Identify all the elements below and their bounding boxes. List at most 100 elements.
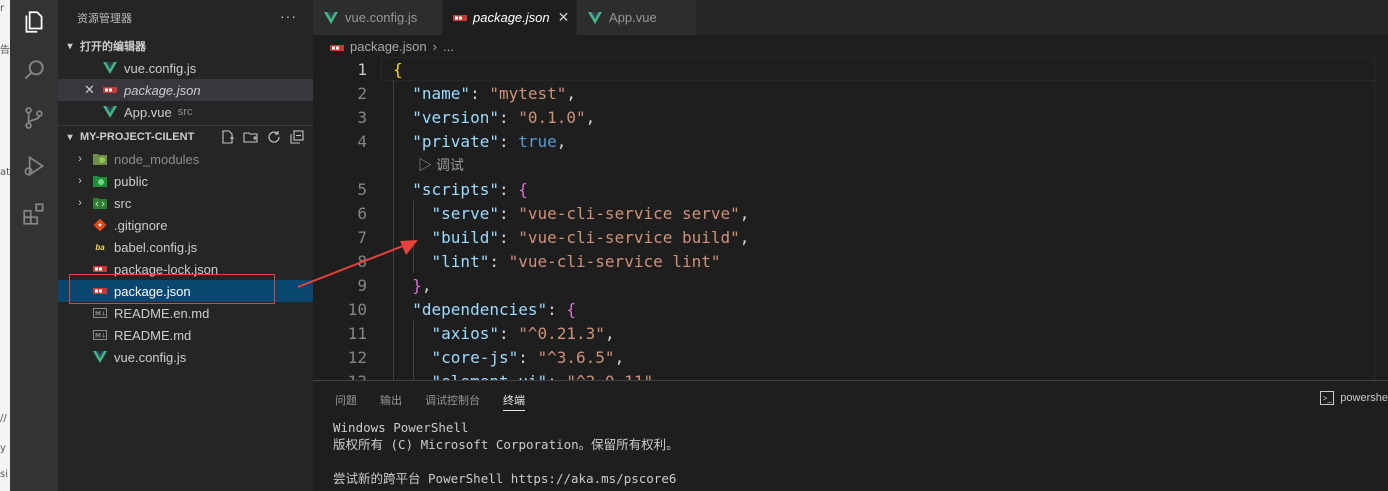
code-token: "^3.6.5" <box>537 347 615 367</box>
tree-file[interactable]: M↓ README.md <box>58 324 313 346</box>
tab-output[interactable]: 输出 <box>380 381 402 419</box>
tab-label: package.json <box>473 10 550 25</box>
chevron-right-icon: › <box>78 197 82 209</box>
tree-file[interactable]: .gitignore <box>58 214 313 236</box>
editor-tab-bar: vue.config.js package.json ✕ App.vue <box>313 0 1388 35</box>
terminal-output[interactable]: Windows PowerShell 版权所有 (C) Microsoft Cor… <box>313 419 1388 487</box>
tree-file[interactable]: package-lock.json <box>58 258 313 280</box>
source-control-icon[interactable] <box>20 104 48 132</box>
refresh-icon[interactable] <box>266 129 282 145</box>
tree-folder[interactable]: › node_modules <box>58 148 313 170</box>
open-editor-item[interactable]: App.vue src <box>58 101 313 123</box>
code-token: "serve" <box>431 203 499 223</box>
file-label: App.vue <box>124 104 172 120</box>
line-number: 7 <box>357 227 367 247</box>
git-file-icon <box>92 217 108 233</box>
explorer-header: 资源管理器 ··· <box>58 0 313 35</box>
tab-package-json[interactable]: package.json ✕ <box>443 0 577 35</box>
public-folder-icon <box>92 173 108 189</box>
new-folder-icon[interactable] <box>243 129 259 145</box>
file-label: README.md <box>114 327 192 343</box>
file-label: .gitignore <box>114 217 168 233</box>
tab-label: vue.config.js <box>345 10 418 25</box>
line-number: 6 <box>357 203 367 223</box>
open-editor-item[interactable]: vue.config.js <box>58 57 313 79</box>
vue-file-icon <box>587 10 603 26</box>
code-line: 4 "private": true, <box>313 129 1388 153</box>
npm-file-icon <box>102 82 118 98</box>
line-number: 3 <box>357 107 367 127</box>
code-line: 6 "serve": "vue-cli-service serve", <box>313 201 1388 225</box>
collapse-all-icon[interactable] <box>289 129 305 145</box>
activity-bar <box>10 0 58 491</box>
tree-file[interactable]: vue.config.js <box>58 346 313 368</box>
chevron-down-icon: ▾ <box>67 131 73 143</box>
code-token: "lint" <box>431 251 490 271</box>
folder-label: src <box>114 195 132 211</box>
new-file-icon[interactable] <box>220 129 236 145</box>
markdown-file-icon: M↓ <box>92 305 108 321</box>
vue-file-icon <box>323 10 339 26</box>
code-line: 7 "build": "vue-cli-service build", <box>313 225 1388 249</box>
project-section[interactable]: ▾ MY-PROJECT-CILENT <box>58 126 313 148</box>
file-label: package.json <box>124 82 201 98</box>
open-editor-item[interactable]: ✕ package.json <box>58 79 313 101</box>
close-icon[interactable]: ✕ <box>558 9 570 26</box>
tree-folder[interactable]: › public <box>58 170 313 192</box>
line-number: 4 <box>357 131 367 151</box>
explorer-icon[interactable] <box>20 8 48 36</box>
tab-debug-console[interactable]: 调试控制台 <box>425 381 480 419</box>
line-number: 11 <box>347 323 367 343</box>
sliver-text: 告 <box>0 45 10 56</box>
code-line: 11 "axios": "^0.21.3", <box>313 321 1388 345</box>
svg-text:M↓: M↓ <box>95 333 106 340</box>
folder-label: node_modules <box>114 151 200 167</box>
chevron-down-icon: ▾ <box>67 40 73 52</box>
explorer-sidebar: 资源管理器 ··· ▾ 打开的编辑器 vue.config.js ✕ packa… <box>58 0 313 491</box>
sliver-text: si <box>0 469 8 480</box>
code-token: "version" <box>412 107 499 127</box>
terminal-selector[interactable]: >_ powershe <box>1320 391 1388 405</box>
file-label: package.json <box>114 283 191 299</box>
vue-file-icon <box>102 104 118 120</box>
breadcrumb-file[interactable]: package.json <box>350 39 427 54</box>
code-token: "build" <box>431 227 499 247</box>
code-token: "0.1.0" <box>518 107 586 127</box>
more-actions-icon[interactable]: ··· <box>280 8 297 24</box>
npm-file-icon <box>92 283 108 299</box>
vue-file-icon <box>102 60 118 76</box>
code-token: "element-ui" <box>432 372 548 381</box>
tab-label: App.vue <box>609 10 657 25</box>
tab-vue-config[interactable]: vue.config.js <box>313 0 443 35</box>
code-line: 12 "core-js": "^3.6.5", <box>313 345 1388 369</box>
npm-file-icon <box>330 39 344 54</box>
search-icon[interactable] <box>20 56 48 84</box>
extensions-icon[interactable] <box>20 200 48 228</box>
line-number: 8 <box>357 251 367 271</box>
tab-problems[interactable]: 问题 <box>335 381 357 419</box>
code-token: "vue-cli-service serve" <box>518 203 740 223</box>
terminal-line: Windows PowerShell <box>333 420 469 435</box>
tree-file[interactable]: ba babel.config.js <box>58 236 313 258</box>
code-token: "private" <box>412 131 499 151</box>
breadcrumb: package.json › ... <box>313 35 1388 57</box>
open-editors-section[interactable]: ▾ 打开的编辑器 <box>58 35 313 57</box>
codelens-debug[interactable]: ▷ 调试 <box>418 155 464 175</box>
editor-scrollbar[interactable] <box>1374 57 1388 380</box>
code-line: 2 "name": "mytest", <box>313 81 1388 105</box>
tab-terminal[interactable]: 终端 <box>503 381 525 419</box>
code-token: "core-js" <box>431 347 519 367</box>
tree-file-selected[interactable]: package.json <box>58 280 313 302</box>
file-label: vue.config.js <box>124 60 197 76</box>
tree-folder[interactable]: › src <box>58 192 313 214</box>
tree-file[interactable]: M↓ README.en.md <box>58 302 313 324</box>
breadcrumb-rest[interactable]: ... <box>443 39 454 54</box>
close-icon[interactable]: ✕ <box>84 82 95 98</box>
file-folder-desc: src <box>177 106 193 118</box>
code-line: 13 "element-ui": "^2.0.11", <box>313 369 1388 381</box>
code-editor[interactable]: 1 { 2 "name": "mytest", 3 "version": "0.… <box>313 57 1388 380</box>
tab-app-vue[interactable]: App.vue <box>577 0 697 35</box>
run-debug-icon[interactable] <box>20 152 48 180</box>
bottom-panel: 问题 输出 调试控制台 终端 >_ powershe Windows Power… <box>313 380 1388 491</box>
code-line: 5 "scripts": { <box>313 177 1388 201</box>
